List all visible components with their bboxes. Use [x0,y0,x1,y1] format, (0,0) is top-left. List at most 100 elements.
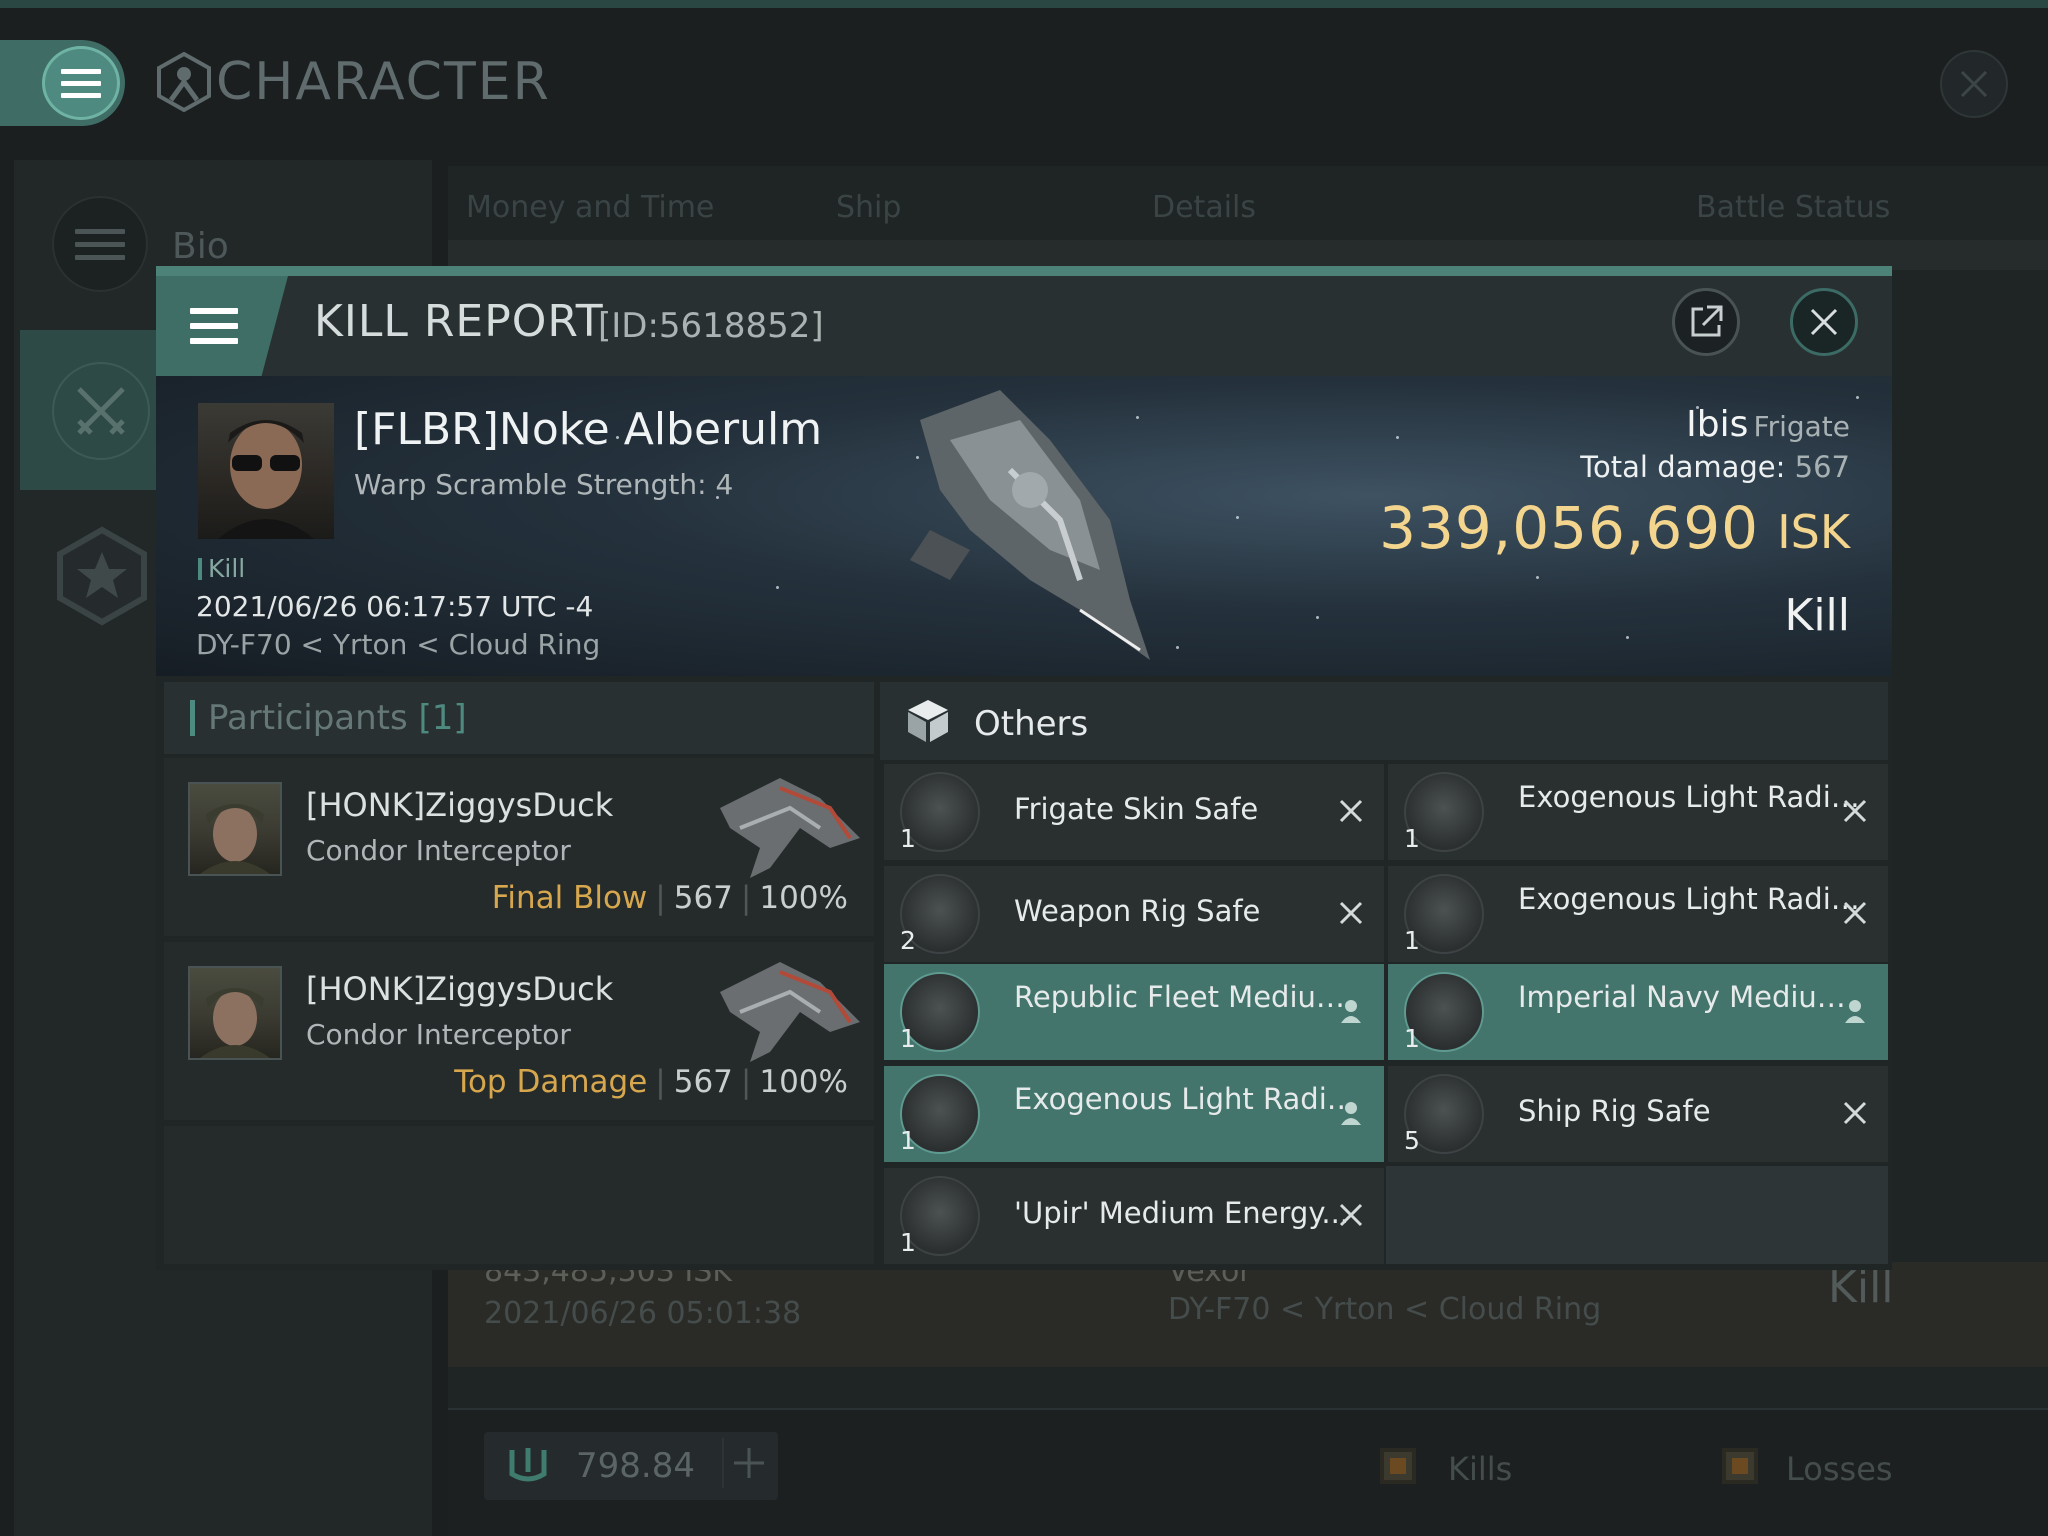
ship-class: Frigate [1753,410,1851,443]
loot-name: 'Upir' Medium Energy... [1014,1196,1350,1230]
loot-name: Exogenous Light Radiation... [1518,780,1862,814]
participants-count: [1] [418,698,467,738]
column-header: Money and Time [466,190,715,225]
legend-losses-swatch [1722,1448,1758,1484]
sidebar-item-bio[interactable] [52,196,148,292]
list-icon [75,228,125,234]
loot-qty: 1 [1404,926,1420,955]
window-close-button[interactable] [1940,50,2008,118]
participant-role: Top Damage [454,1064,648,1100]
participant-stats: Top Damage | 567 | 100% [454,1064,848,1100]
menu-icon [190,308,238,314]
menu-icon [61,68,101,74]
loot-item[interactable]: 1 Exogenous Light Radiation... [1388,764,1888,860]
victim-portrait[interactable] [198,403,334,539]
participant-ship: Condor Interceptor [306,1018,571,1051]
sidebar-item-label[interactable]: Bio [172,226,229,267]
victim-subtitle: Warp Scramble Strength: 4 [354,468,734,501]
legend-kills-label: Kills [1448,1450,1513,1488]
loot-name: Republic Fleet Medium... [1014,980,1358,1014]
loot-qty: 5 [1404,1126,1420,1155]
participant-portrait[interactable] [188,782,282,876]
destroyed-icon [1838,1096,1872,1130]
isk-unit: ISK [1777,505,1850,559]
participant-ship-render [720,962,860,1062]
participant-damage: 567 [673,1064,733,1100]
dialog-close-button[interactable] [1790,288,1858,356]
person-icon [1334,1096,1368,1130]
loot-qty: 1 [900,1126,916,1155]
loot-item[interactable]: 5 Ship Rig Safe [1388,1066,1888,1162]
kill-tag-label: Kill [208,554,246,583]
main-menu-button[interactable] [42,46,120,120]
swords-icon [52,362,150,460]
loot-name: Frigate Skin Safe [1014,792,1259,826]
loot-qty: 1 [900,1228,916,1257]
kill-time: 2021/06/26 06:17:57 UTC -4 [196,590,594,623]
share-icon [1691,305,1723,337]
share-button[interactable] [1672,288,1740,356]
column-header: Ship [836,190,902,225]
fuel-value: 798.84 [576,1446,695,1486]
dialog-accent-border [156,266,1892,276]
cube-icon [908,700,948,742]
loot-empty-cell [1386,1166,1888,1264]
loot-item[interactable]: 2 Weapon Rig Safe [884,866,1384,962]
destroyed-icon [1838,896,1872,930]
participant-name[interactable]: [HONK]ZiggysDuck [306,786,613,824]
row-location: DY-F70 < Yrton < Cloud Ring [1168,1292,1602,1327]
person-icon [1838,994,1872,1028]
loot-name: Exogenous Light Radiation... [1518,882,1862,916]
loot-qty: 2 [900,926,916,955]
add-fuel-button[interactable] [722,1438,772,1488]
victim-name[interactable]: [FLBR]Noke Alberulm [354,404,822,455]
loot-item[interactable]: 1 Exogenous Light Radiation... [1388,866,1888,962]
loot-item[interactable]: 1 Exogenous Light Radiation... [884,1066,1384,1162]
destroyed-icon [1334,794,1368,828]
column-header: Battle Status [1696,190,1891,225]
participant-ship: Condor Interceptor [306,834,571,867]
total-damage-label: Total damage: [1580,450,1786,484]
dialog-title: KILL REPORT [314,296,604,347]
kill-tag: Kill [198,554,245,583]
plus-icon [734,1448,764,1478]
participant-row[interactable]: [HONK]ZiggysDuck Condor Interceptor Fina… [164,758,874,936]
loot-item[interactable]: 1 'Upir' Medium Energy... [884,1168,1384,1264]
participant-name[interactable]: [HONK]ZiggysDuck [306,970,613,1008]
top-accent-line [0,0,2048,8]
window-title: CHARACTER [216,52,551,112]
participants-title: Participants [1] [208,698,467,738]
participant-percent: 100% [759,880,848,916]
legend-losses-label: Losses [1786,1450,1893,1488]
close-icon [1810,308,1838,336]
battle-status: Kill [1784,590,1850,641]
fuel-icon [509,1448,547,1482]
participant-portrait[interactable] [188,966,282,1060]
participant-row[interactable]: [HONK]ZiggysDuck Condor Interceptor Top … [164,942,874,1120]
ship-name[interactable]: Ibis [1686,404,1748,445]
others-title: Others [974,704,1089,744]
participant-damage: 567 [673,880,733,916]
loot-item[interactable]: 1 Republic Fleet Medium... [884,964,1384,1060]
isk-value: 339,056,690 ISK [1250,494,1850,562]
destroyed-icon [1334,896,1368,930]
close-icon [1960,70,1988,98]
loot-qty: 1 [900,1024,916,1053]
person-icon [1334,994,1368,1028]
participants-empty-area [164,1126,874,1264]
column-header: Details [1152,190,1257,225]
character-icon [157,52,211,112]
participants-label: Participants [208,698,408,738]
participant-role: Final Blow [491,880,648,916]
loot-item[interactable]: 1 Imperial Navy Medium... [1388,964,1888,1060]
loot-name: Ship Rig Safe [1518,1094,1711,1128]
loot-qty: 1 [900,824,916,853]
loot-item[interactable]: 1 Frigate Skin Safe [884,764,1384,860]
isk-amount: 339,056,690 [1379,494,1760,562]
legend-kills-swatch [1380,1448,1416,1484]
destroyed-icon [1838,794,1872,828]
total-damage: Total damage: 567 [1300,450,1850,484]
participant-ship-render [720,778,860,878]
star-icon[interactable] [52,526,152,626]
kill-location[interactable]: DY-F70 < Yrton < Cloud Ring [196,628,600,661]
